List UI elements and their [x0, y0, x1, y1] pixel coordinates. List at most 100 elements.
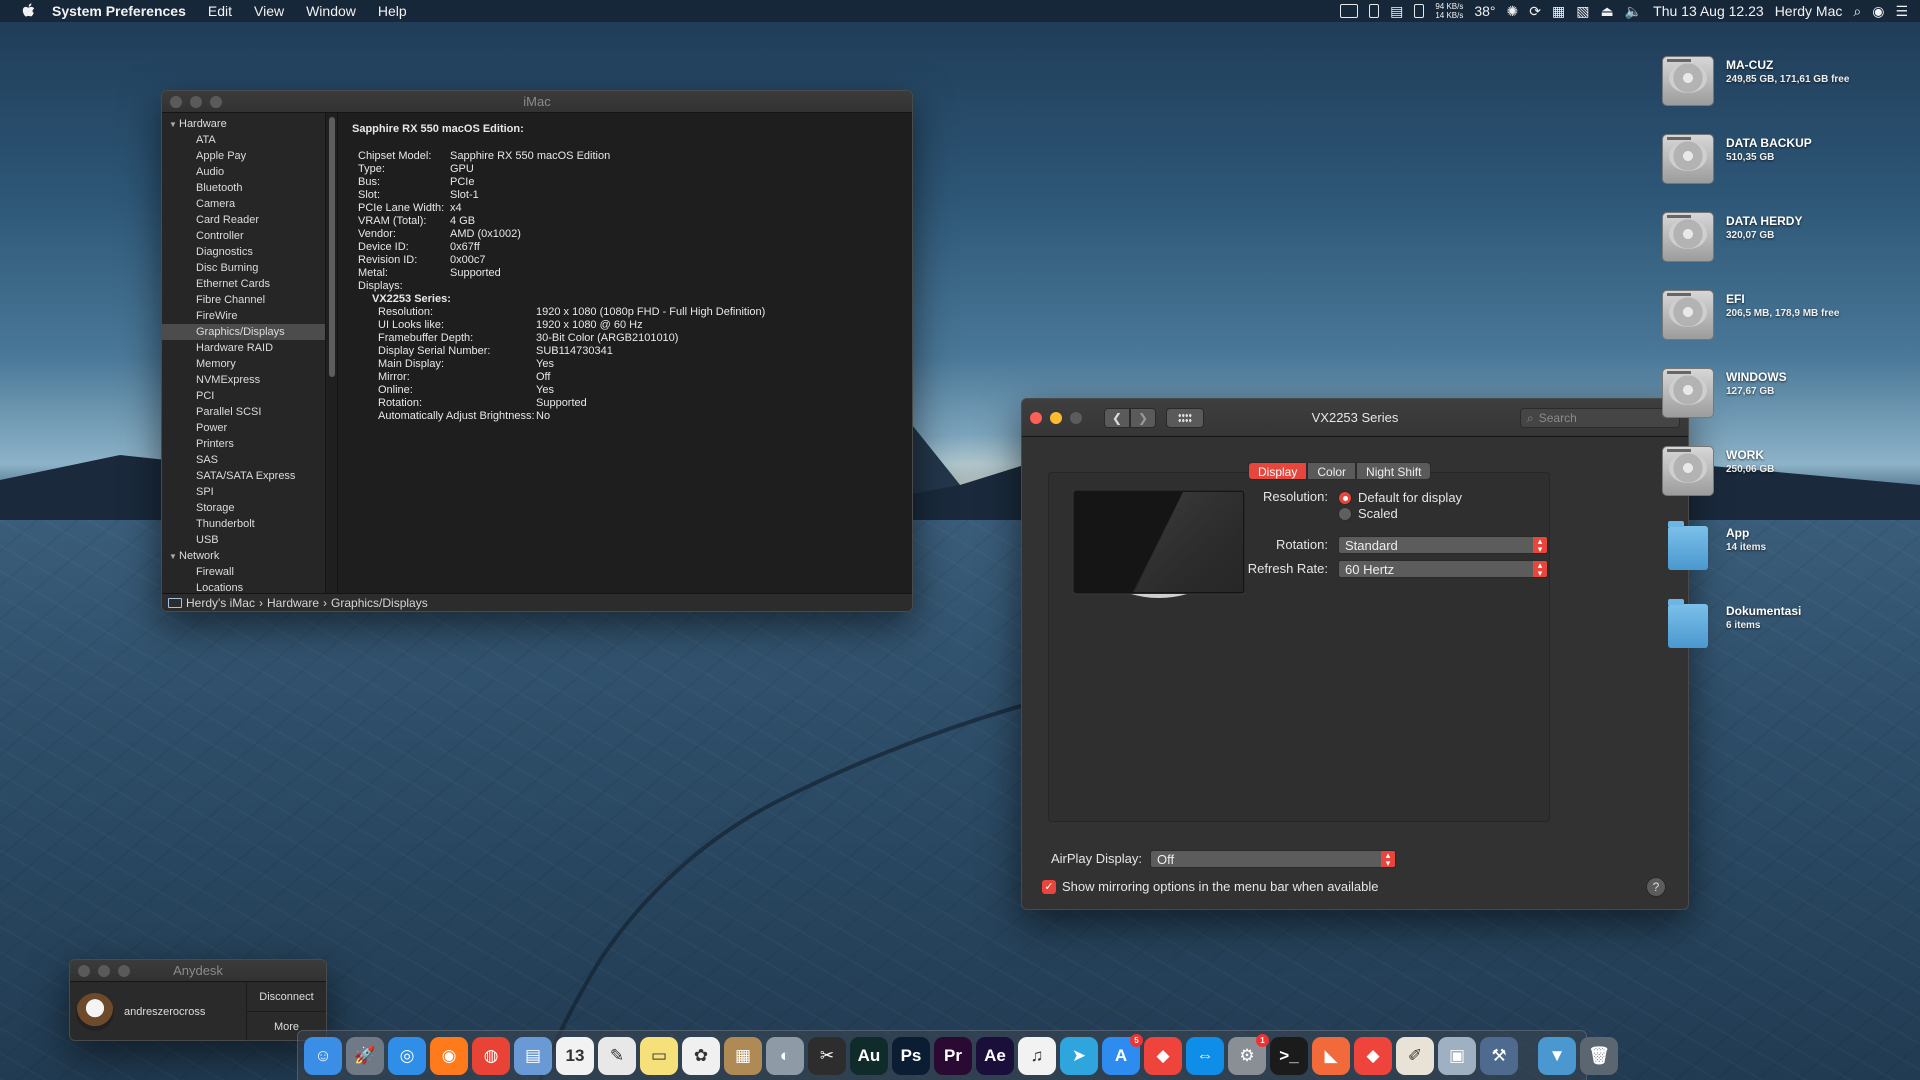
calendar-icon[interactable]: 13 — [556, 1036, 594, 1075]
resolution-default-radio[interactable]: Default for display — [1338, 490, 1462, 505]
sidebar-item[interactable]: Hardware RAID — [162, 340, 325, 356]
anydesk-icon[interactable]: ◆ — [1144, 1036, 1182, 1075]
sidebar-item[interactable]: Apple Pay — [162, 148, 325, 164]
app-menu[interactable]: System Preferences — [52, 3, 186, 19]
itunes-icon[interactable]: ♫ — [1018, 1036, 1056, 1075]
sidebar-item[interactable]: Parallel SCSI — [162, 404, 325, 420]
sidebar-item[interactable]: Firewall — [162, 564, 325, 580]
anydesk-titlebar[interactable]: Anydesk — [70, 960, 326, 982]
sidebar-item[interactable]: Storage — [162, 500, 325, 516]
sidebar-item[interactable]: Card Reader — [162, 212, 325, 228]
textedit-icon[interactable]: ✎ — [598, 1036, 636, 1075]
tab-display[interactable]: Display — [1248, 462, 1308, 480]
close-button[interactable] — [78, 964, 90, 977]
close-button[interactable] — [170, 95, 182, 108]
desktop-drive[interactable]: DATA BACKUP 510,35 GB — [1660, 130, 1900, 196]
teamviewer-icon[interactable]: ⇔ — [1186, 1036, 1224, 1075]
xcode-icon[interactable]: ⚒ — [1480, 1036, 1518, 1075]
sidebar-item[interactable]: NVMExpress — [162, 372, 325, 388]
script-editor-icon[interactable]: ✐ — [1396, 1036, 1434, 1075]
desktop-folder[interactable]: Dokumentasi 6 items — [1660, 598, 1900, 664]
sidebar-item[interactable]: Graphics/Displays — [162, 324, 325, 340]
show-all-button[interactable] — [1166, 407, 1204, 428]
disk-utility-icon[interactable]: ◐ — [766, 1036, 804, 1075]
eject-icon[interactable]: ⏏ — [1600, 3, 1613, 20]
archive-utility-icon[interactable]: ▦ — [724, 1036, 762, 1075]
zoom-button[interactable] — [1070, 411, 1082, 424]
photos-icon[interactable]: ✿ — [682, 1036, 720, 1075]
premiere-icon[interactable]: Pr — [934, 1036, 972, 1075]
sidebar-item[interactable]: SATA/SATA Express — [162, 468, 325, 484]
sidebar-item[interactable]: Diagnostics — [162, 244, 325, 260]
path-segment[interactable]: Herdy's iMac — [186, 596, 255, 610]
screen-status-icon[interactable] — [1340, 4, 1359, 18]
sidebar-item[interactable]: Camera — [162, 196, 325, 212]
minimize-button[interactable] — [98, 964, 110, 977]
app-store-icon[interactable]: A5 — [1102, 1033, 1143, 1075]
tab-night-shift[interactable]: Night Shift — [1356, 462, 1432, 480]
help-menu[interactable]: Help — [378, 3, 407, 19]
sidebar-item[interactable]: Bluetooth — [162, 180, 325, 196]
resolution-scaled-radio[interactable]: Scaled — [1338, 506, 1398, 521]
audition-icon[interactable]: Au — [850, 1036, 888, 1075]
mirroring-option[interactable]: ✓ Show mirroring options in the menu bar… — [1042, 879, 1379, 894]
sidebar-group[interactable]: ▼ Network — [162, 548, 325, 564]
finder-icon[interactable]: ☺ — [304, 1036, 342, 1075]
path-segment[interactable]: Graphics/Displays — [331, 596, 428, 610]
sidebar-scrollbar[interactable] — [326, 113, 338, 593]
airplay-select[interactable]: Off ▴ ▾ — [1150, 850, 1396, 868]
sidebar-item[interactable]: SAS — [162, 452, 325, 468]
drive-status-icon[interactable]: ▤ — [1390, 3, 1403, 20]
image-capture-icon[interactable]: ▣ — [1438, 1036, 1476, 1075]
sidebar-item[interactable]: ATA — [162, 132, 325, 148]
sidebar-item[interactable]: Printers — [162, 436, 325, 452]
system-preferences-icon[interactable]: ⚙ 1 — [1228, 1033, 1269, 1075]
sidebar-group[interactable]: ▼ Hardware — [162, 116, 325, 132]
sidebar-item[interactable]: PCI — [162, 388, 325, 404]
photoshop-icon[interactable]: Ps — [892, 1036, 930, 1075]
scrollbar-thumb[interactable] — [329, 117, 335, 377]
zoom-button[interactable] — [118, 964, 130, 977]
desktop-drive[interactable]: WINDOWS 127,67 GB — [1660, 364, 1900, 430]
final-cut-icon[interactable]: ✂ — [808, 1036, 846, 1075]
fan-icon[interactable]: ✺ — [1507, 3, 1519, 20]
downloads-folder-icon[interactable]: ▼ — [1538, 1036, 1576, 1075]
search-field[interactable]: ⌕ Search — [1520, 408, 1680, 428]
sysinfo-titlebar[interactable]: iMac — [162, 91, 912, 113]
sidebar-item[interactable]: Thunderbolt — [162, 516, 325, 532]
sidebar-item[interactable]: USB — [162, 532, 325, 548]
desktop-folder[interactable]: App 14 items — [1660, 520, 1900, 586]
activity-icon[interactable]: ▧ — [1576, 3, 1589, 20]
desktop-drive[interactable]: WORK 250,06 GB — [1660, 442, 1900, 508]
sidebar-item[interactable]: Disc Burning — [162, 260, 325, 276]
memory-status-icon[interactable] — [1369, 4, 1380, 18]
apple-menu-icon[interactable] — [20, 2, 38, 20]
desktop-drive[interactable]: DATA HERDY 320,07 GB — [1660, 208, 1900, 274]
tab-color[interactable]: Color — [1307, 462, 1357, 480]
terminal-icon[interactable]: >_ — [1270, 1036, 1308, 1075]
sidebar-item[interactable]: Fibre Channel — [162, 292, 325, 308]
sidebar-item[interactable]: Audio — [162, 164, 325, 180]
window-menu[interactable]: Window — [306, 3, 356, 19]
swift-icon[interactable]: ◣ — [1312, 1036, 1350, 1075]
desktop-drive[interactable]: EFI 206,5 MB, 178,9 MB free — [1660, 286, 1900, 352]
chrome-icon[interactable]: ◍ — [472, 1036, 510, 1075]
minimize-button[interactable] — [190, 95, 202, 108]
view-menu[interactable]: View — [254, 3, 284, 19]
notes-icon[interactable]: ▭ — [640, 1036, 678, 1075]
sidebar-item[interactable]: FireWire — [162, 308, 325, 324]
sidebar-item[interactable]: Ethernet Cards — [162, 276, 325, 292]
disclosure-triangle-icon[interactable]: ▼ — [169, 549, 179, 565]
launchpad-icon[interactable]: 🚀 — [346, 1036, 384, 1075]
back-button[interactable]: ❮ — [1104, 407, 1130, 428]
sidebar-item[interactable]: Controller — [162, 228, 325, 244]
network-speed[interactable]: 94 KB/s 14 KB/s — [1435, 2, 1463, 20]
refresh-rate-select[interactable]: 60 Hertz ▴ ▾ — [1338, 560, 1548, 578]
sync-icon[interactable]: ⟳ — [1529, 3, 1541, 20]
temperature-readout[interactable]: 38° — [1474, 3, 1495, 19]
telegram-icon[interactable]: ➤ — [1060, 1036, 1098, 1075]
siri-icon[interactable]: ◉ — [1872, 3, 1884, 20]
disconnect-button[interactable]: Disconnect — [247, 982, 326, 1012]
preview-icon[interactable]: ▤ — [514, 1036, 552, 1075]
anydesk-2-icon[interactable]: ◆ — [1354, 1036, 1392, 1075]
